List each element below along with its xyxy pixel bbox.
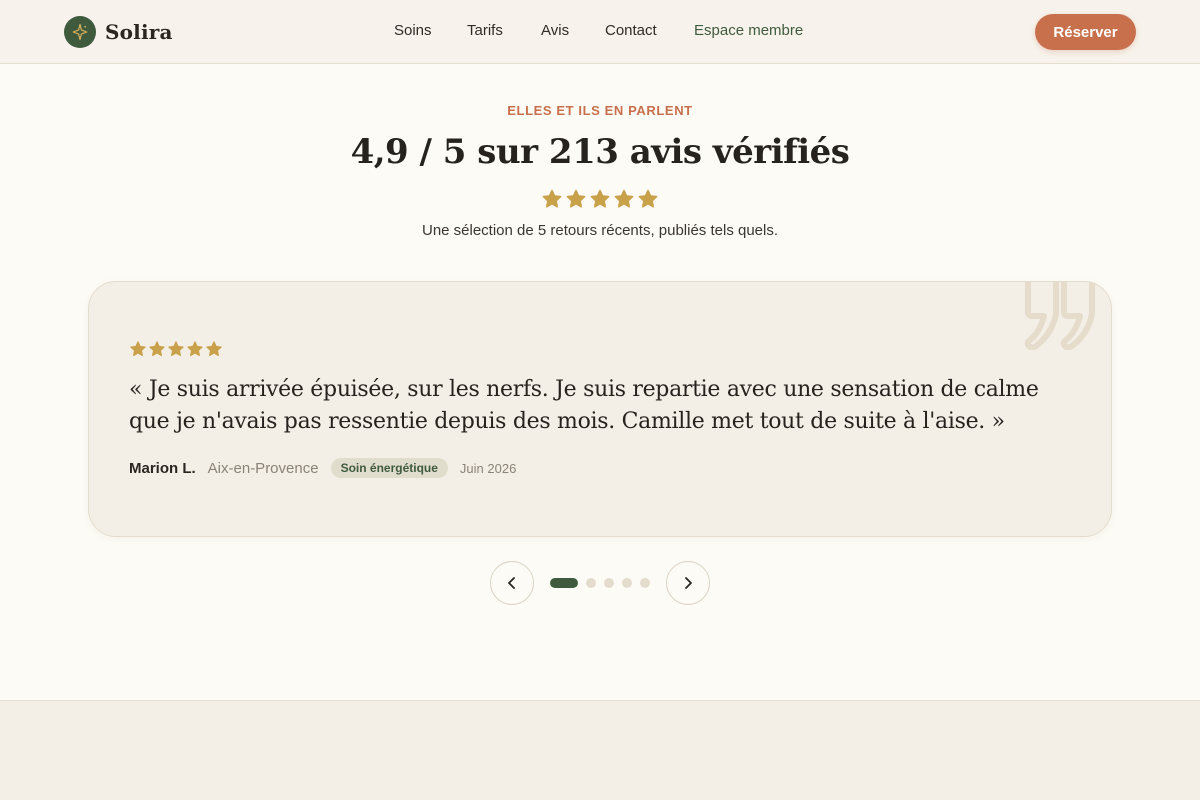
service-badge: Soin énergétique — [330, 458, 448, 478]
star-icon — [187, 341, 203, 357]
pagination-dot[interactable] — [586, 578, 596, 588]
testimonial-author: Marion L. — [129, 459, 196, 477]
pagination-dot[interactable] — [604, 578, 614, 588]
star-icon — [206, 341, 222, 357]
chevron-right-icon — [685, 577, 692, 589]
nav-link-avis[interactable]: Avis — [541, 22, 569, 39]
pagination-dot[interactable] — [550, 578, 578, 588]
next-testimonial-button[interactable] — [666, 561, 710, 605]
testimonials-section: ELLES ET ILS EN PARLENT 4,9 / 5 sur 213 … — [0, 64, 1200, 701]
rating-title: 4,9 / 5 sur 213 avis vérifiés — [350, 132, 850, 172]
star-icon — [542, 189, 562, 208]
star-icon — [149, 341, 165, 357]
testimonial-meta: Marion L. Aix-en-Provence Soin énergétiq… — [129, 458, 516, 478]
nav-link-espace-membre[interactable]: Espace membre — [694, 22, 803, 39]
nav-link-contact[interactable]: Contact — [605, 22, 657, 39]
testimonial-date: Juin 2026 — [459, 460, 517, 476]
star-icon — [168, 341, 184, 357]
testimonial-quote: « Je suis arrivée épuisée, sur les nerfs… — [129, 377, 1039, 434]
brand-logo[interactable]: Solira — [64, 16, 173, 48]
site-header: Solira Soins Tarifs Avis Contact Espace … — [0, 0, 1200, 64]
star-icon — [590, 189, 610, 208]
next-section-band — [0, 702, 1200, 800]
nav-link-tarifs[interactable]: Tarifs — [467, 22, 503, 39]
section-eyebrow: ELLES ET ILS EN PARLENT — [507, 103, 693, 118]
nav-link-soins[interactable]: Soins — [394, 22, 432, 39]
sparkle-icon — [64, 16, 96, 48]
testimonial-rating-stars — [129, 340, 223, 358]
star-icon — [638, 189, 658, 208]
carousel-pagination — [550, 578, 650, 588]
star-icon — [614, 189, 634, 208]
reserve-button[interactable]: Réserver — [1035, 14, 1136, 50]
previous-testimonial-button[interactable] — [490, 561, 534, 605]
quote-mark-icon — [1024, 282, 1095, 350]
testimonial-card: « Je suis arrivée épuisée, sur les nerfs… — [88, 281, 1112, 537]
chevron-left-icon — [508, 577, 515, 589]
section-subtitle: Une sélection de 5 retours récents, publ… — [421, 222, 779, 239]
star-icon — [130, 341, 146, 357]
overall-rating-stars — [0, 188, 1200, 210]
testimonial-city: Aix-en-Provence — [207, 459, 319, 477]
pagination-dot[interactable] — [622, 578, 632, 588]
star-icon — [566, 189, 586, 208]
pagination-dot[interactable] — [640, 578, 650, 588]
brand-name: Solira — [105, 20, 173, 44]
